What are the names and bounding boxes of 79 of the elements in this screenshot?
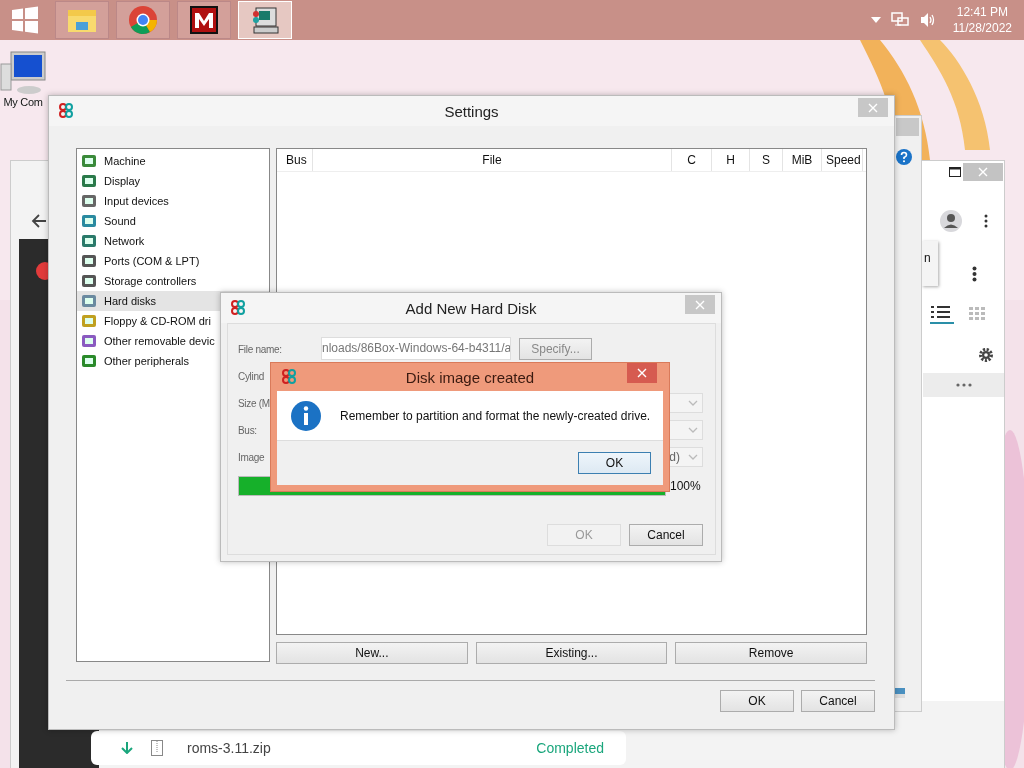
action-button[interactable]: Remove <box>675 642 867 664</box>
device-icon <box>81 293 97 309</box>
more-icon[interactable] <box>984 214 988 228</box>
field-label: Cylind <box>238 370 264 382</box>
device-icon <box>81 213 97 229</box>
field-label: File name: <box>238 343 282 355</box>
column-header[interactable]: File <box>313 149 672 171</box>
icon-label: My Com <box>3 96 43 108</box>
clock-date: 11/28/2022 <box>952 20 1012 36</box>
caret-icon[interactable] <box>870 17 881 23</box>
close-icon <box>868 102 878 113</box>
settings-icon[interactable] <box>978 347 994 363</box>
progress-reading: 100% <box>670 479 701 493</box>
window-title: Settings <box>443 102 500 120</box>
dialog-button[interactable]: Cancel <box>629 524 703 546</box>
device-icon <box>81 333 97 349</box>
taskbar-button[interactable] <box>177 1 231 39</box>
list-view-icon[interactable] <box>930 304 954 324</box>
dialog-title: Disk image created <box>404 368 536 386</box>
column-header[interactable]: Speed <box>822 149 863 171</box>
info-icon <box>290 399 322 432</box>
download-item[interactable]: roms-3.11.zip Completed <box>91 731 626 765</box>
device-icon <box>81 253 97 269</box>
file-name: roms-3.11.zip <box>187 740 271 756</box>
field-label: Image <box>238 451 265 463</box>
zip-file-icon <box>151 740 163 756</box>
computer-icon <box>250 5 280 35</box>
chrome-icon <box>128 5 158 35</box>
close-icon <box>695 299 705 310</box>
category-item[interactable]: Input devices <box>77 191 269 211</box>
app-icon <box>230 300 246 316</box>
column-header[interactable]: C <box>672 149 712 171</box>
more-icon[interactable] <box>972 266 977 282</box>
dialog-title: Add New Hard Disk <box>404 299 538 317</box>
volume-icon[interactable] <box>918 12 937 28</box>
field-label: Bus: <box>238 424 257 436</box>
device-icon <box>81 273 97 289</box>
category-item[interactable]: Storage controllers <box>77 271 269 291</box>
popup-text: n <box>924 251 931 265</box>
app-icon <box>58 103 74 119</box>
category-item[interactable]: Display <box>77 171 269 191</box>
app-icon <box>281 369 297 385</box>
column-header[interactable]: H <box>712 149 750 171</box>
message-text: Remember to partition and format the newly-created drive. <box>340 408 651 423</box>
download-arrow-icon <box>121 742 133 754</box>
windows-logo-icon[interactable] <box>11 6 39 34</box>
category-item[interactable]: Ports (COM & LPT) <box>77 251 269 271</box>
close-icon <box>978 167 988 177</box>
column-header[interactable]: S <box>750 149 783 171</box>
help-icon[interactable] <box>896 149 912 165</box>
category-item[interactable]: Sound <box>77 211 269 231</box>
category-item[interactable]: Network <box>77 231 269 251</box>
back-arrow-icon[interactable] <box>31 213 47 229</box>
category-item[interactable]: Machine <box>77 151 269 171</box>
logo-icon <box>189 5 219 35</box>
device-icon <box>81 193 97 209</box>
field-label: Size (M <box>238 397 270 409</box>
device-icon <box>81 313 97 329</box>
maximize-icon[interactable] <box>949 167 961 177</box>
action-button[interactable]: Existing... <box>475 642 668 664</box>
caret-icon <box>688 399 698 406</box>
caret-icon <box>688 453 698 460</box>
device-icon <box>81 153 97 169</box>
caret-icon <box>688 426 698 433</box>
action-button[interactable]: New... <box>276 642 468 664</box>
network-icon[interactable] <box>890 12 909 28</box>
clock-time: 12:41 PM <box>956 4 1009 20</box>
column-header[interactable]: MiB <box>783 149 822 171</box>
close-icon <box>637 368 647 378</box>
device-icon <box>81 173 97 189</box>
dialog-button[interactable]: OK <box>720 690 794 712</box>
avatar-icon[interactable] <box>940 210 962 232</box>
device-icon <box>81 353 97 369</box>
dialog-button[interactable]: Cancel <box>801 690 875 712</box>
device-icon <box>81 233 97 249</box>
download-status: Completed <box>536 740 604 756</box>
column-header[interactable]: Bus <box>277 149 313 171</box>
ok-button[interactable]: OK <box>578 452 651 474</box>
computer-icon[interactable] <box>0 50 47 96</box>
